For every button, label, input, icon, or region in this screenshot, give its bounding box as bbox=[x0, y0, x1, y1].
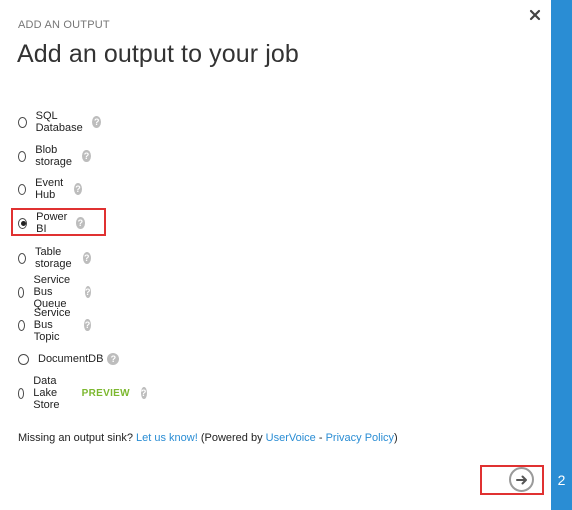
uservoice-link[interactable]: UserVoice bbox=[266, 432, 316, 444]
radio-button[interactable] bbox=[18, 252, 26, 264]
privacy-policy-link[interactable]: Privacy Policy bbox=[326, 432, 394, 444]
help-icon[interactable]: ? bbox=[82, 150, 91, 162]
help-icon[interactable]: ? bbox=[107, 353, 120, 365]
radio-button[interactable] bbox=[18, 116, 27, 128]
arrow-right-icon bbox=[515, 475, 527, 484]
missing-output-message: Missing an output sink? Let us know! (Po… bbox=[18, 432, 398, 444]
radio-button[interactable] bbox=[18, 183, 27, 195]
help-icon[interactable]: ? bbox=[84, 319, 91, 331]
powered-by-text: (Powered by bbox=[197, 432, 266, 444]
option-data-lake-store[interactable]: Data Lake Store PREVIEW ? bbox=[18, 375, 147, 411]
missing-prefix: Missing an output sink? bbox=[18, 432, 137, 444]
radio-button[interactable] bbox=[18, 353, 29, 365]
step-number: 2 bbox=[557, 472, 566, 488]
option-label: Service Bus Topic bbox=[33, 307, 71, 343]
option-label: SQL Database bbox=[35, 110, 83, 134]
let-us-know-link[interactable]: Let us know! bbox=[136, 432, 198, 444]
option-service-bus-queue[interactable]: Service Bus Queue ? bbox=[18, 274, 91, 310]
preview-badge: PREVIEW bbox=[81, 387, 130, 399]
help-icon[interactable]: ? bbox=[92, 116, 102, 128]
option-label: Event Hub bbox=[35, 177, 64, 201]
help-icon[interactable]: ? bbox=[82, 252, 91, 264]
radio-button[interactable] bbox=[18, 150, 27, 162]
radio-button[interactable] bbox=[18, 387, 25, 399]
page-title: Add an output to your job bbox=[17, 40, 299, 68]
selection-highlight bbox=[11, 208, 106, 236]
option-blob-storage[interactable]: Blob storage ? bbox=[18, 144, 91, 168]
help-icon[interactable]: ? bbox=[73, 183, 83, 195]
close-paren: ) bbox=[394, 432, 398, 444]
add-output-dialog: ADD AN OUTPUT Add an output to your job … bbox=[0, 0, 551, 510]
option-table-storage[interactable]: Table storage ? bbox=[18, 246, 91, 270]
radio-button[interactable] bbox=[18, 319, 25, 331]
help-icon[interactable]: ? bbox=[84, 286, 91, 298]
option-label: Blob storage bbox=[35, 144, 72, 168]
option-event-hub[interactable]: Event Hub ? bbox=[18, 177, 83, 201]
help-icon[interactable]: ? bbox=[140, 387, 147, 399]
option-label: Data Lake Store bbox=[33, 375, 60, 411]
close-icon bbox=[529, 9, 541, 21]
option-label: DocumentDB bbox=[38, 353, 104, 365]
option-service-bus-topic[interactable]: Service Bus Topic ? bbox=[18, 307, 91, 343]
next-button[interactable] bbox=[509, 467, 534, 492]
radio-button[interactable] bbox=[18, 286, 25, 298]
option-label: Table storage bbox=[34, 246, 72, 270]
link-separator: - bbox=[315, 432, 326, 444]
option-sql-database[interactable]: SQL Database ? bbox=[18, 110, 102, 134]
wizard-step-sidebar: 2 bbox=[551, 0, 572, 510]
close-button[interactable] bbox=[527, 7, 543, 23]
option-documentdb[interactable]: DocumentDB ? bbox=[18, 349, 120, 369]
option-label: Service Bus Queue bbox=[33, 274, 71, 310]
dialog-subtitle: ADD AN OUTPUT bbox=[18, 19, 110, 31]
